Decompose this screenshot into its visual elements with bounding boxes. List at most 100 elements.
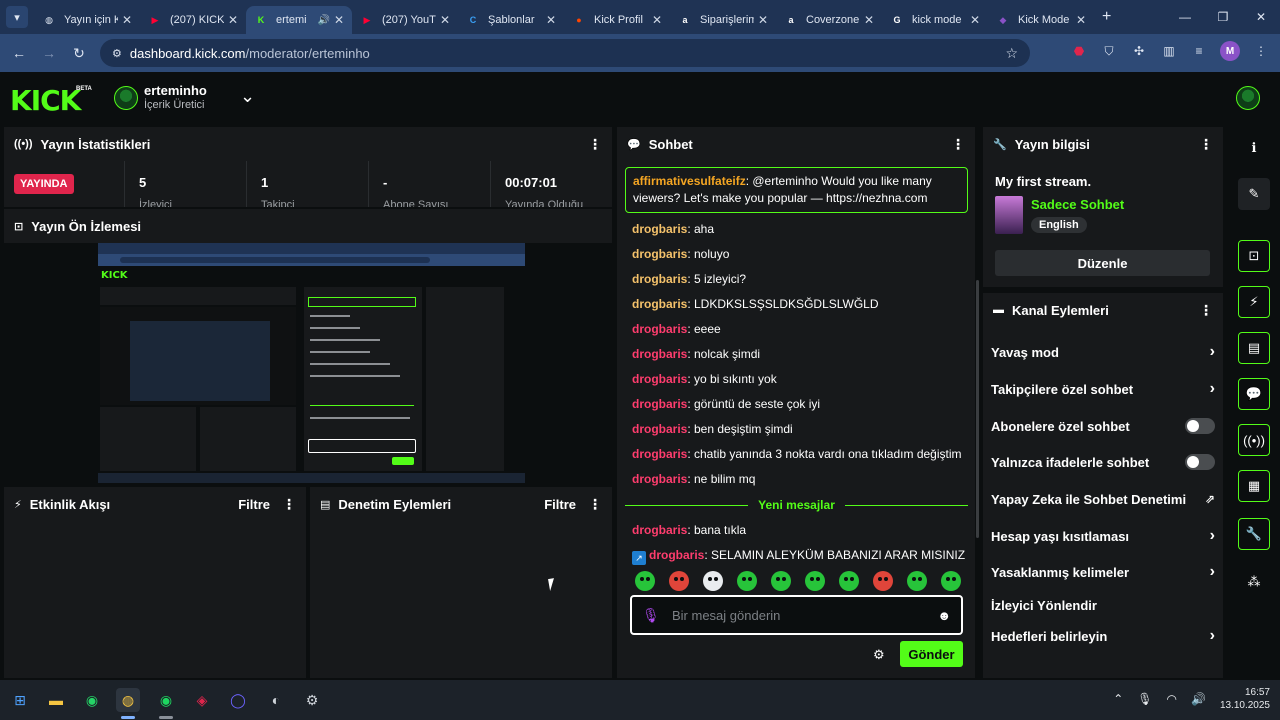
kick-logo[interactable]: KICK — [10, 84, 81, 117]
document-toggle-icon[interactable]: ▤ — [1238, 332, 1270, 364]
tray-chevron-icon[interactable]: ⌃ — [1113, 692, 1123, 706]
chat-message[interactable]: drogbaris: yo bi sıkıntı yok — [625, 367, 968, 392]
whatsapp-icon[interactable]: ◉ — [80, 688, 104, 712]
moderation-filter-button[interactable]: Filtre — [544, 497, 576, 512]
chat-message-input[interactable] — [672, 607, 938, 623]
chevron-right-icon[interactable]: › — [1210, 380, 1215, 398]
chevron-right-icon[interactable]: › — [1210, 627, 1215, 645]
pinned-message[interactable]: affirmativesulfateifz: @erteminho Would … — [625, 167, 968, 213]
wifi-icon[interactable]: ◠ — [1167, 692, 1177, 706]
close-tab-icon[interactable]: ✕ — [758, 13, 768, 27]
user-avatar[interactable] — [1236, 86, 1260, 110]
category-thumbnail[interactable] — [995, 196, 1023, 234]
chat-message[interactable]: drogbaris: aha — [625, 217, 968, 242]
chevron-right-icon[interactable]: › — [1210, 343, 1215, 361]
game-app-icon[interactable]: ◈ — [190, 688, 214, 712]
close-tab-icon[interactable]: ✕ — [1076, 13, 1086, 27]
pinned-username[interactable]: affirmativesulfateifz — [633, 174, 746, 188]
microphone-icon[interactable]: 🎙 — [642, 607, 666, 624]
chat-message[interactable]: drogbaris: bana tıkla — [625, 518, 968, 543]
settings-gear-icon[interactable]: ⚙ — [300, 688, 324, 712]
close-tab-icon[interactable]: ✕ — [864, 13, 874, 27]
browser-tab[interactable]: ● Kick Profil ✕ — [564, 6, 670, 34]
chat-username[interactable]: drogbaris — [632, 422, 687, 436]
chat-message[interactable]: drogbaris: noluyo — [625, 242, 968, 267]
channel-action-item[interactable]: Yapay Zeka ile Sohbet Denetimi ⇗ — [991, 484, 1215, 514]
chat-username[interactable]: drogbaris — [632, 222, 687, 236]
reading-mode-icon[interactable]: ▥ — [1160, 42, 1178, 60]
chat-username[interactable]: drogbaris — [632, 523, 687, 537]
channel-switch-chevron-icon[interactable]: ⌄ — [240, 86, 255, 107]
emote-icon[interactable] — [941, 571, 961, 591]
browser-tab[interactable]: ▶ (207) YouT ✕ — [352, 6, 458, 34]
close-tab-icon[interactable]: ✕ — [228, 13, 238, 27]
browser-tab[interactable]: a Siparişlerim ✕ — [670, 6, 776, 34]
menu-dots-icon[interactable]: ⋮ — [1252, 42, 1270, 60]
tab-audio-icon[interactable]: 🔊 — [317, 15, 329, 26]
stream-info-menu-icon[interactable]: ⋮ — [1199, 136, 1213, 153]
chat-message[interactable]: drogbaris: chatib yanında 3 nokta vardı … — [625, 442, 968, 467]
toggle-switch[interactable] — [1185, 454, 1215, 470]
emoji-picker-icon[interactable]: ☻ — [937, 608, 951, 623]
chat-scrollbar[interactable] — [976, 280, 979, 538]
chat-message[interactable]: drogbaris: ben deşiştim şimdi — [625, 417, 968, 442]
channel-avatar[interactable] — [114, 86, 138, 110]
category-name[interactable]: Sadece Sohbet — [1031, 197, 1124, 212]
bookmark-star-icon[interactable]: ☆ — [1005, 45, 1018, 62]
windows-start-icon[interactable]: ⊞ — [8, 688, 32, 712]
channel-action-item[interactable]: Yasaklanmış kelimeler › — [991, 557, 1215, 587]
chat-username[interactable]: drogbaris — [632, 322, 687, 336]
chat-username[interactable]: drogbaris — [632, 397, 687, 411]
chat-username[interactable]: drogbaris — [649, 548, 704, 562]
emote-icon[interactable] — [805, 571, 825, 591]
chat-username[interactable]: drogbaris — [632, 272, 687, 286]
emote-icon[interactable] — [873, 571, 893, 591]
browser-tab[interactable]: Gkick mode ✕ — [882, 6, 988, 34]
shield-icon[interactable]: ⛉ — [1100, 42, 1118, 60]
maximize-button[interactable]: ❐ — [1204, 0, 1242, 34]
stats-menu-icon[interactable]: ⋮ — [588, 136, 602, 153]
chevron-right-icon[interactable]: › — [1210, 563, 1215, 581]
channel-action-item[interactable]: Abonelere özel sohbet — [991, 411, 1215, 441]
emote-icon[interactable] — [703, 571, 723, 591]
puzzle-icon[interactable]: ✣ — [1130, 42, 1148, 60]
chat-message[interactable]: drogbaris: eeee — [625, 317, 968, 342]
close-tab-icon[interactable]: ✕ — [546, 13, 556, 27]
chat-username[interactable]: drogbaris — [632, 372, 687, 386]
channel-action-item[interactable]: Yavaş mod › — [991, 337, 1215, 367]
clock[interactable]: 16:57 13.10.2025 — [1220, 686, 1270, 712]
channel-action-item[interactable]: İzleyici Yönlendir — [991, 590, 1215, 620]
site-info-icon[interactable]: ⚙ — [112, 47, 122, 60]
channel-action-item[interactable]: Hesap yaşı kısıtlaması › — [991, 521, 1215, 551]
tab-search-button[interactable]: ▾ — [6, 6, 28, 28]
assistant-app-icon[interactable]: ◯ — [226, 688, 250, 712]
emote-icon[interactable] — [669, 571, 689, 591]
activity-menu-icon[interactable]: ⋮ — [282, 496, 296, 513]
close-tab-icon[interactable]: ✕ — [440, 13, 450, 27]
browser-tab[interactable]: ▶ (207) KICK ✕ — [140, 6, 246, 34]
broadcast-toggle-icon[interactable]: ((•)) — [1238, 424, 1270, 456]
edit-stream-button[interactable]: Düzenle — [995, 250, 1210, 276]
chat-message[interactable]: drogbaris: nolcak şimdi — [625, 342, 968, 367]
lightning-toggle-icon[interactable]: ⚡ — [1238, 286, 1270, 318]
chevron-right-icon[interactable]: › — [1210, 527, 1215, 545]
chat-menu-icon[interactable]: ⋮ — [951, 136, 965, 153]
stream-preview-video[interactable]: KICK — [98, 243, 525, 483]
reload-icon[interactable]: ↻ — [64, 38, 94, 68]
channel-action-item[interactable]: Takipçilere özel sohbet › — [991, 374, 1215, 404]
toggle-switch[interactable] — [1185, 418, 1215, 434]
emote-icon[interactable] — [839, 571, 859, 591]
pencil-icon[interactable]: ✎ — [1238, 178, 1270, 210]
layout-toggle-icon[interactable]: ▦ — [1238, 470, 1270, 502]
close-tab-icon[interactable]: ✕ — [970, 13, 980, 27]
chat-username[interactable]: drogbaris — [632, 297, 687, 311]
minimize-button[interactable]: — — [1166, 0, 1204, 34]
emote-icon[interactable] — [771, 571, 791, 591]
browser-tab[interactable]: ◆ Kick Mode ✕ — [988, 6, 1094, 34]
file-explorer-icon[interactable]: ▬ — [44, 688, 68, 712]
moderation-menu-icon[interactable]: ⋮ — [588, 496, 602, 513]
chat-settings-gear-icon[interactable]: ⚙ — [873, 647, 885, 663]
browser-tab[interactable]: a Coverzone ✕ — [776, 6, 882, 34]
chat-message[interactable]: drogbaris: ne bilim mq — [625, 467, 968, 492]
chat-username[interactable]: drogbaris — [632, 472, 687, 486]
